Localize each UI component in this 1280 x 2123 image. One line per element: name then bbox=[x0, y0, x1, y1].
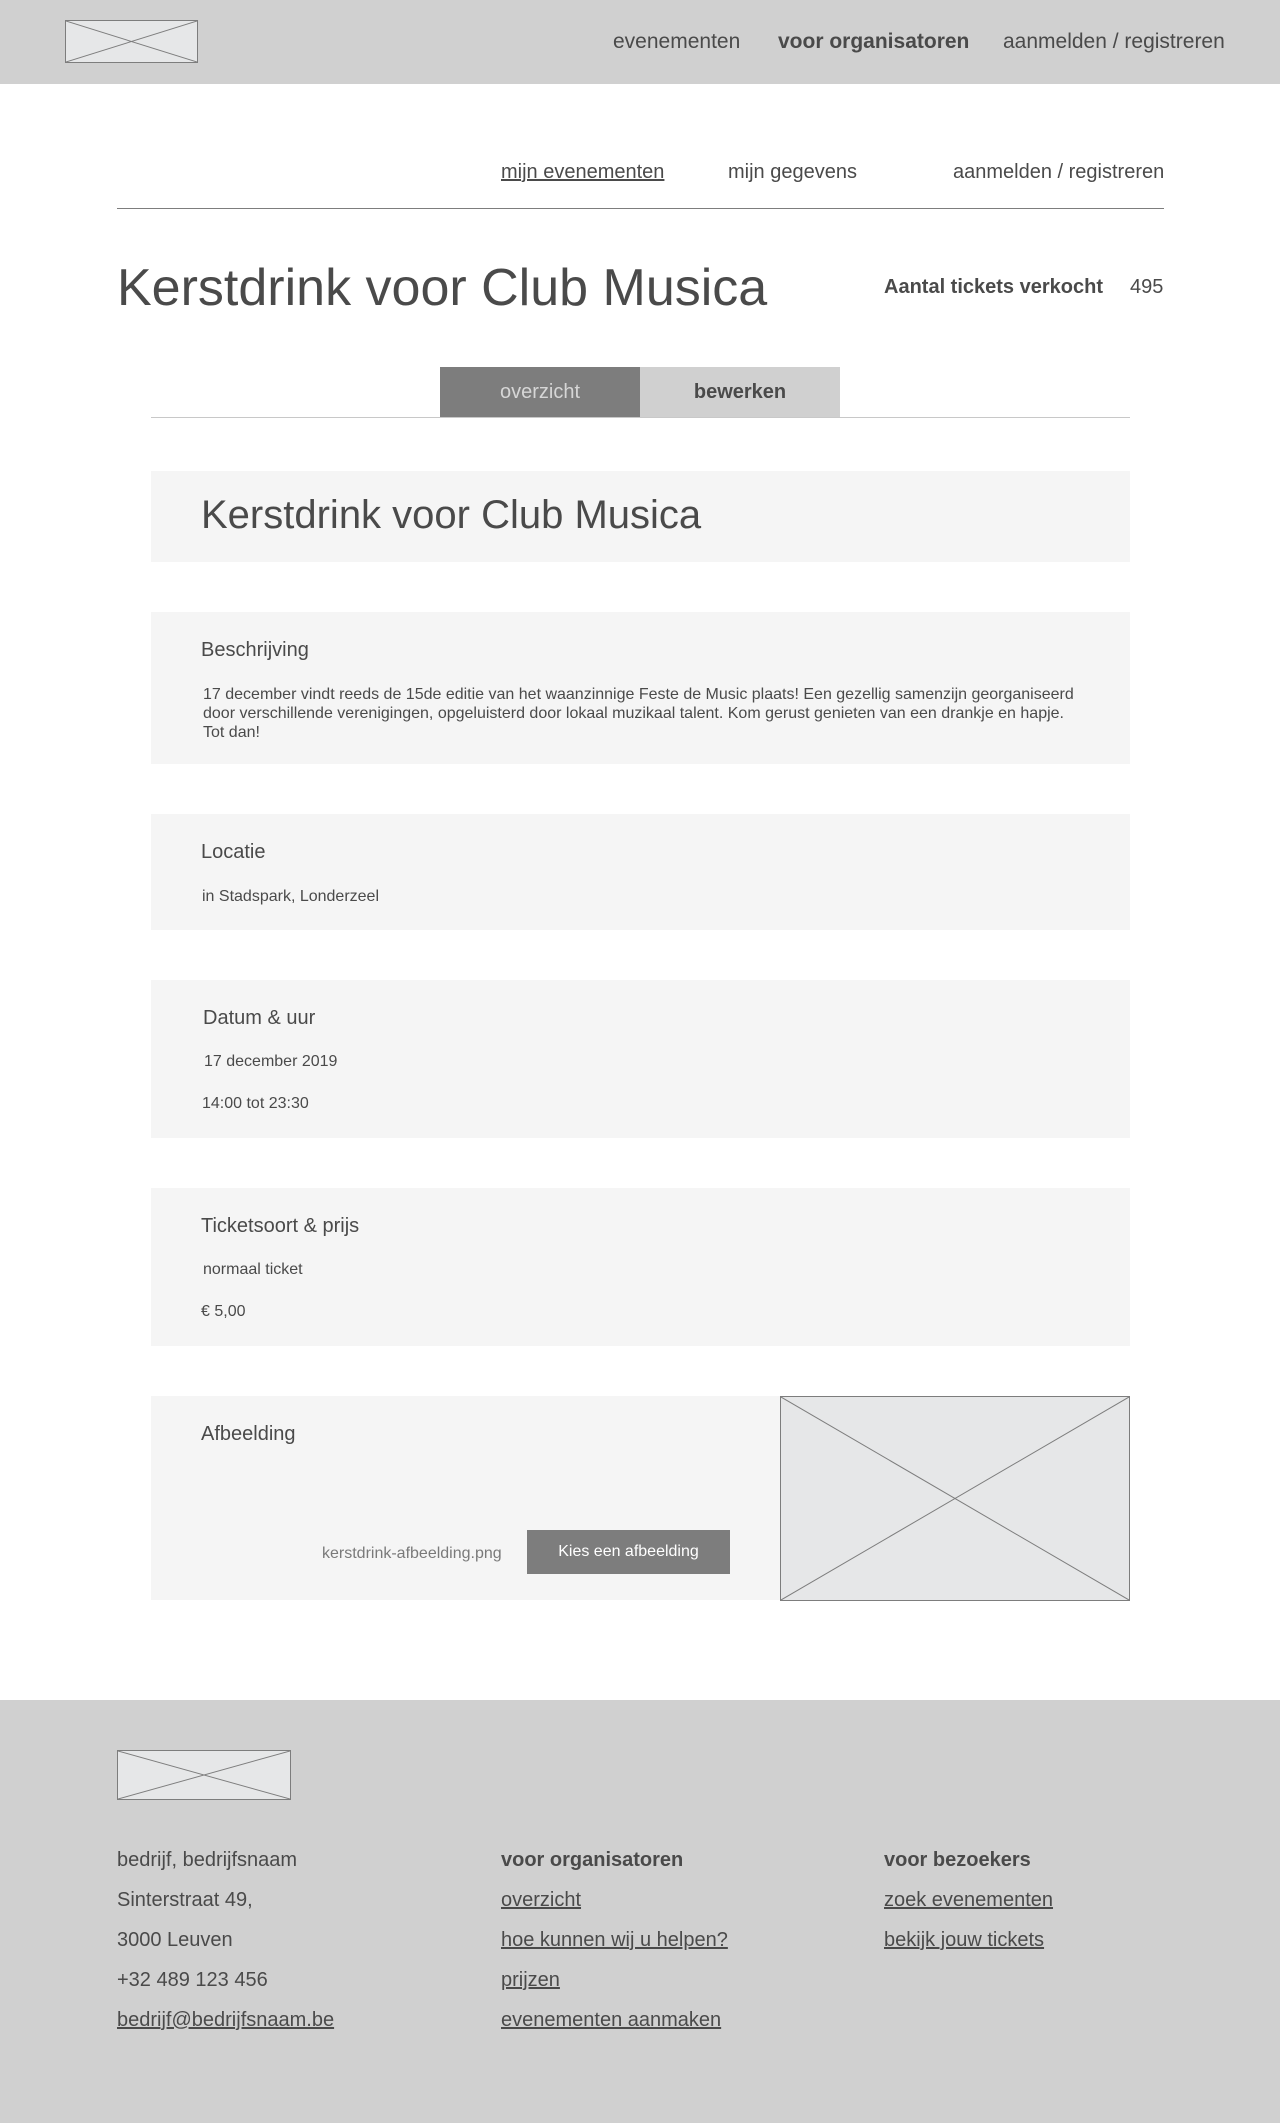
footer-address-street: Sinterstraat 49, bbox=[117, 1889, 253, 1911]
top-header: evenementen voor organisatoren aanmelden… bbox=[0, 0, 1280, 84]
subnav-aanmelden-registreren[interactable]: aanmelden / registreren bbox=[953, 161, 1164, 184]
description-text: 17 december vindt reeds de 15de editie v… bbox=[203, 686, 1074, 741]
footer: bedrijf, bedrijfsnaam Sinterstraat 49, 3… bbox=[0, 1700, 1280, 2123]
event-time: 14:00 tot 23:30 bbox=[202, 1095, 309, 1112]
tickets-sold-count: 495 bbox=[1130, 276, 1164, 298]
description-card: Beschrijving 17 december vindt reeds de … bbox=[151, 612, 1130, 764]
nav-voor-organisatoren[interactable]: voor organisatoren bbox=[778, 30, 969, 54]
image-filename: kerstdrink-afbeelding.png bbox=[322, 1545, 502, 1562]
ticket-card: Ticketsoort & prijs normaal ticket € 5,0… bbox=[151, 1188, 1130, 1346]
page-title: Kerstdrink voor Club Musica bbox=[117, 259, 768, 317]
datetime-heading: Datum & uur bbox=[203, 1007, 316, 1029]
event-date: 17 december 2019 bbox=[204, 1053, 338, 1070]
event-title: Kerstdrink voor Club Musica bbox=[201, 493, 702, 537]
footer-email-link[interactable]: bedrijf@bedrijfsnaam.be bbox=[117, 2009, 334, 2032]
tab-divider bbox=[151, 417, 1130, 418]
footer-address-city: 3000 Leuven bbox=[117, 1929, 233, 1951]
datetime-card: Datum & uur 17 december 2019 14:00 tot 2… bbox=[151, 980, 1130, 1138]
subnav-mijn-evenementen[interactable]: mijn evenementen bbox=[501, 161, 664, 184]
image-heading: Afbeelding bbox=[201, 1423, 296, 1445]
footer-company-name: bedrijf, bedrijfsnaam bbox=[117, 1849, 298, 1871]
footer-logo-image[interactable] bbox=[117, 1750, 291, 1800]
ticket-price: € 5,00 bbox=[201, 1303, 246, 1320]
logo-image[interactable] bbox=[65, 20, 198, 63]
footer-organizers-heading: voor organisatoren bbox=[501, 1849, 684, 1871]
event-title-card: Kerstdrink voor Club Musica bbox=[151, 471, 1130, 562]
choose-image-button[interactable]: Kies een afbeelding bbox=[527, 1530, 730, 1574]
event-image-placeholder bbox=[780, 1396, 1130, 1601]
ticket-type: normaal ticket bbox=[203, 1261, 303, 1278]
footer-link-evenementen-aanmaken[interactable]: evenementen aanmaken bbox=[501, 2009, 721, 2032]
location-heading: Locatie bbox=[201, 841, 266, 863]
footer-visitors-heading: voor bezoekers bbox=[884, 1849, 1031, 1871]
footer-link-help[interactable]: hoe kunnen wij u helpen? bbox=[501, 1929, 728, 1952]
nav-evenementen[interactable]: evenementen bbox=[613, 30, 740, 54]
location-card: Locatie in Stadspark, Londerzeel bbox=[151, 814, 1130, 930]
subnav-divider bbox=[117, 208, 1164, 209]
footer-link-prijzen[interactable]: prijzen bbox=[501, 1969, 560, 1992]
subnav-mijn-gegevens[interactable]: mijn gegevens bbox=[728, 161, 857, 184]
nav-aanmelden-registreren[interactable]: aanmelden / registreren bbox=[1003, 30, 1225, 54]
tickets-sold-label: Aantal tickets verkocht bbox=[884, 276, 1103, 298]
footer-phone: +32 489 123 456 bbox=[117, 1969, 268, 1991]
location-text: in Stadspark, Londerzeel bbox=[202, 888, 379, 905]
footer-link-zoek-evenementen[interactable]: zoek evenementen bbox=[884, 1889, 1053, 1912]
ticket-heading: Ticketsoort & prijs bbox=[201, 1215, 360, 1237]
tab-overzicht[interactable]: overzicht bbox=[440, 367, 640, 417]
footer-link-overzicht[interactable]: overzicht bbox=[501, 1889, 581, 1912]
tab-bewerken[interactable]: bewerken bbox=[640, 367, 840, 417]
description-heading: Beschrijving bbox=[201, 639, 309, 661]
footer-link-bekijk-tickets[interactable]: bekijk jouw tickets bbox=[884, 1929, 1044, 1952]
